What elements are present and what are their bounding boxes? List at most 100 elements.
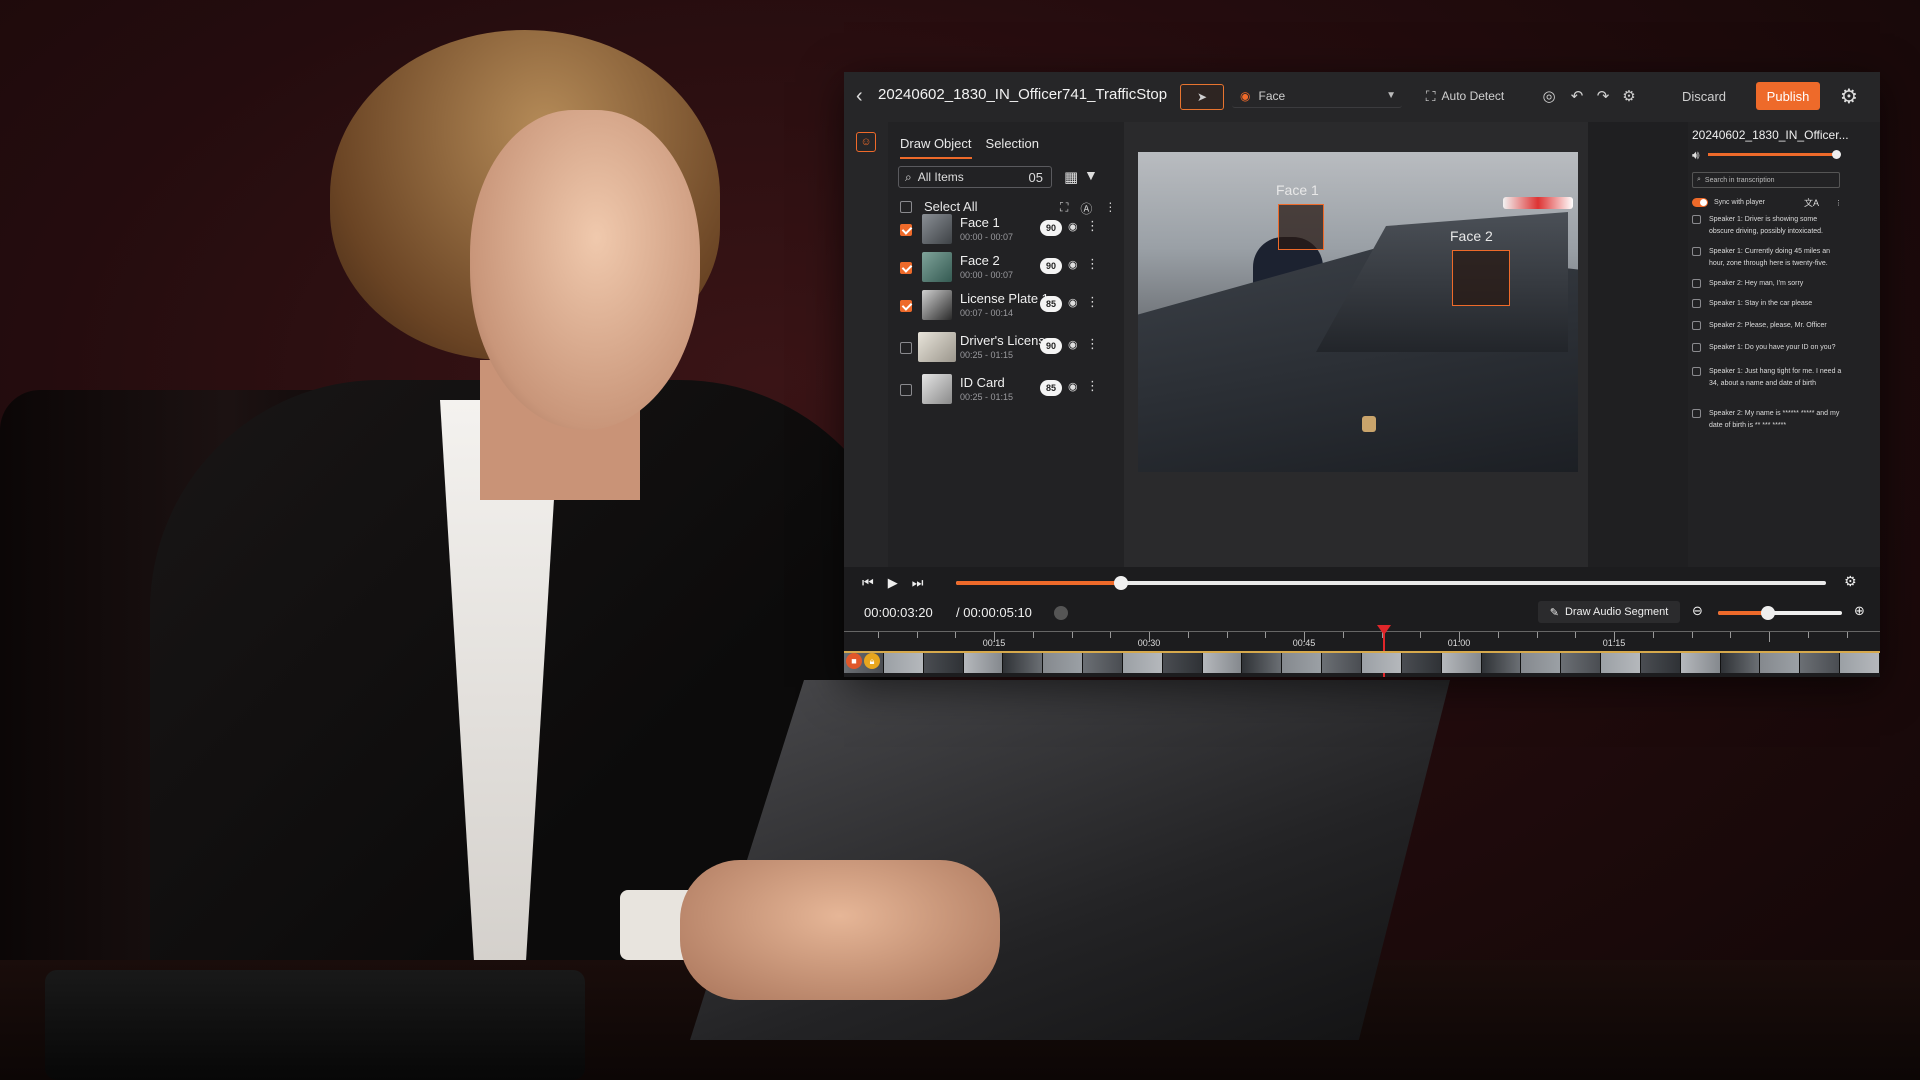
list-item[interactable]: Face 1 00:00 - 00:07 90 ◉ ⋮	[900, 214, 1120, 250]
volume-slider[interactable]	[1708, 153, 1836, 156]
total-time: / 00:00:05:10	[956, 605, 1032, 620]
transcript-line[interactable]: Speaker 1: Stay in the car please	[1692, 298, 1842, 310]
item-checkbox[interactable]	[900, 384, 912, 396]
more-icon[interactable]: ⋮	[1086, 378, 1099, 394]
line-checkbox[interactable]	[1692, 343, 1701, 352]
tab-draw-object[interactable]: Draw Object	[900, 136, 972, 159]
publish-button[interactable]: Publish	[1756, 82, 1820, 110]
eye-icon[interactable]: ◉	[1068, 258, 1078, 271]
transcript-line[interactable]: Speaker 2: My name is ****** ***** and m…	[1692, 408, 1842, 432]
lock-icon[interactable]: 🔒︎	[864, 653, 880, 669]
more-icon[interactable]: ⋮	[1086, 218, 1099, 234]
select-all-row[interactable]: Select All	[900, 199, 977, 214]
transcript-line[interactable]: Speaker 2: Please, please, Mr. Officer	[1692, 320, 1842, 332]
zoom-in-icon[interactable]: ⊕	[1854, 603, 1865, 619]
transcript-line[interactable]: Speaker 1: Do you have your ID on you?	[1692, 342, 1842, 354]
gear-icon[interactable]: ⚙	[1844, 573, 1857, 590]
zoom-slider[interactable]	[1718, 606, 1842, 620]
undo-button[interactable]: ↶	[1566, 84, 1588, 108]
line-text: Speaker 1: Just hang tight for me. I nee…	[1709, 368, 1842, 387]
line-checkbox[interactable]	[1692, 247, 1701, 256]
select-cursor-button[interactable]: ➤	[1180, 84, 1224, 110]
search-label: All Items	[917, 170, 964, 184]
advanced-settings-button[interactable]: ⚙	[1834, 84, 1864, 108]
item-name: Driver's License	[960, 333, 1053, 348]
more-icon[interactable]: ⋮	[1086, 294, 1099, 310]
ruler-tick	[1032, 632, 1034, 638]
step-forward-icon[interactable]: ⏭	[912, 575, 924, 591]
face-2-redaction-box[interactable]	[1452, 250, 1510, 306]
transcript-line[interactable]: Speaker 1: Driver is showing some obscur…	[1692, 214, 1842, 238]
list-item[interactable]: Face 2 00:00 - 00:07 90 ◉ ⋮	[900, 252, 1120, 288]
auto-detect-button[interactable]: ⛶ Auto Detect	[1420, 84, 1510, 108]
step-back-icon[interactable]: ⏮	[862, 575, 874, 591]
volume-icon[interactable]: 🔊︎	[1692, 148, 1700, 163]
seek-bar[interactable]	[956, 576, 1826, 590]
target-button[interactable]: ◎	[1538, 84, 1560, 108]
face-detect-icon: ◉	[1240, 88, 1251, 103]
video-frame[interactable]: Face 1 Face 2	[1138, 152, 1578, 472]
redo-button[interactable]: ↷	[1592, 84, 1614, 108]
film-frame	[1760, 653, 1801, 673]
line-checkbox[interactable]	[1692, 409, 1701, 418]
more-icon[interactable]: ⋮	[1086, 256, 1099, 272]
line-checkbox[interactable]	[1692, 321, 1701, 330]
search-icon: ⌕	[905, 169, 912, 184]
filter-icon[interactable]: ▼	[1084, 167, 1098, 183]
grid-view-icon[interactable]: ▦	[1064, 168, 1078, 186]
tab-selection[interactable]: Selection	[986, 136, 1039, 159]
line-checkbox[interactable]	[1692, 367, 1701, 376]
list-item[interactable]: ID Card 00:25 - 01:15 85 ◉ ⋮	[900, 374, 1120, 410]
settings-button[interactable]: ⚙	[1618, 84, 1640, 108]
zoom-out-icon[interactable]: ⊖	[1692, 603, 1703, 619]
ruler-tick	[1807, 632, 1809, 638]
zoom-knob[interactable]	[1760, 606, 1775, 620]
more-icon[interactable]: ⋮	[1835, 199, 1842, 207]
line-checkbox[interactable]	[1692, 299, 1701, 308]
draw-audio-segment-button[interactable]: ✎ Draw Audio Segment	[1538, 601, 1680, 623]
ruler-label: 01:00	[1447, 638, 1471, 648]
eye-icon[interactable]: ◉	[1068, 296, 1078, 309]
line-checkbox[interactable]	[1692, 279, 1701, 288]
face-1-redaction-box[interactable]	[1278, 204, 1324, 250]
object-type-dropdown[interactable]: ◉ Face ▼	[1232, 84, 1402, 108]
file-title: 20240602_1830_IN_Officer741_TrafficStop	[878, 86, 1168, 103]
discard-button[interactable]: Discard	[1676, 84, 1732, 108]
items-search-input[interactable]: ⌕ All Items 05	[898, 166, 1052, 188]
face-tool-icon[interactable]: ☺	[856, 132, 876, 152]
item-name: ID Card	[960, 375, 1005, 390]
list-item[interactable]: Driver's License 00:25 - 01:15 90 ◉ ⋮	[900, 332, 1120, 368]
eye-icon[interactable]: ◉	[1068, 220, 1078, 233]
play-icon[interactable]: ▶	[888, 575, 898, 591]
item-checkbox[interactable]	[900, 224, 912, 236]
volume-knob[interactable]	[1832, 150, 1841, 159]
line-checkbox[interactable]	[1692, 215, 1701, 224]
cursor-icon: ➤	[1196, 90, 1208, 104]
translate-icon[interactable]: 文A	[1804, 196, 1819, 209]
film-frame	[1043, 653, 1084, 673]
more-icon[interactable]: ⋮	[1086, 336, 1099, 352]
transcript-search-input[interactable]: ⌕ Search in transcription	[1692, 172, 1840, 188]
top-toolbar: ‹ 20240602_1830_IN_Officer741_TrafficSto…	[844, 72, 1880, 122]
filmstrip[interactable]	[844, 651, 1880, 673]
transcript-line[interactable]: Speaker 1: Currently doing 45 miles an h…	[1692, 246, 1842, 270]
item-checkbox[interactable]	[900, 262, 912, 274]
line-text: Speaker 1: Stay in the car please	[1709, 300, 1813, 307]
item-time: 00:00 - 00:07	[960, 270, 1014, 280]
list-item[interactable]: License Plate 1 00:07 - 00:14 85 ◉ ⋮	[900, 290, 1120, 326]
gear-icon: ⚙	[1622, 88, 1636, 105]
eye-icon[interactable]: ◉	[1068, 380, 1078, 393]
transcript-line[interactable]: Speaker 2: Hey man, I'm sorry	[1692, 278, 1842, 290]
item-checkbox[interactable]	[900, 300, 912, 312]
timeline-ruler[interactable]: 00:15 00:30 00:45 01:00 01:15	[844, 631, 1880, 650]
panel-tabs: Draw Object Selection	[900, 136, 1039, 159]
film-frame	[883, 653, 924, 673]
select-all-checkbox[interactable]	[900, 200, 912, 213]
chevron-left-icon[interactable]: ‹	[856, 85, 863, 108]
seek-knob[interactable]	[1114, 576, 1129, 590]
transcript-line[interactable]: Speaker 1: Just hang tight for me. I nee…	[1692, 366, 1842, 390]
eye-icon[interactable]: ◉	[1068, 338, 1078, 351]
item-checkbox[interactable]	[900, 342, 912, 354]
sync-toggle[interactable]	[1692, 198, 1708, 207]
item-time: 00:25 - 01:15	[960, 392, 1014, 402]
